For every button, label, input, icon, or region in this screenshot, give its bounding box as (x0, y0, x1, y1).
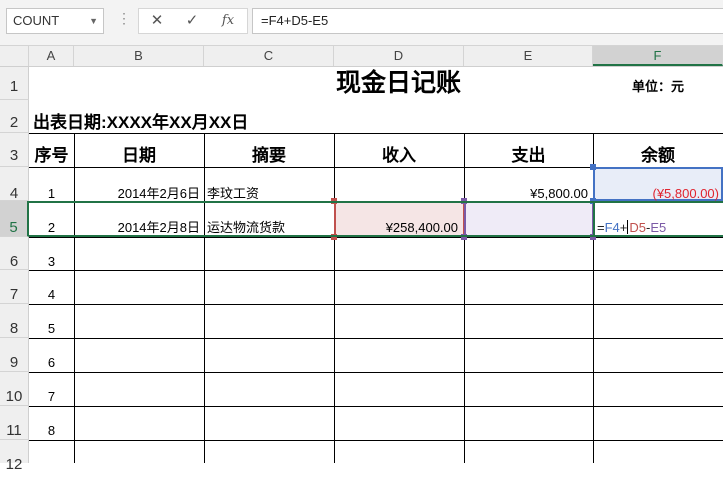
row-header-10[interactable]: 10 (0, 372, 29, 406)
entry-summary[interactable]: 运达物流货款 (207, 201, 332, 237)
row-serial[interactable]: 7 (29, 372, 74, 406)
formula-input[interactable]: =F4+D5-E5 (252, 8, 723, 34)
column-header-c[interactable]: C (204, 46, 334, 66)
grid-line (29, 406, 723, 407)
header-expense: 支出 (511, 146, 546, 165)
formula-ref-f4: F4 (604, 220, 620, 235)
row-header-9[interactable]: 9 (0, 338, 29, 372)
column-header-f[interactable]: F (593, 46, 723, 66)
grid-line (29, 372, 723, 373)
name-box-value: COUNT (13, 13, 60, 28)
formula-buttons: ✕ ✓ fx (138, 8, 248, 34)
formula-bar: COUNT ▼ ⋮ ✕ ✓ fx =F4+D5-E5 (0, 0, 723, 46)
header-balance: 余额 (641, 146, 675, 165)
header-income: 收入 (382, 146, 416, 165)
row-header-2[interactable]: 2 (0, 100, 29, 133)
ref-border-e5 (464, 201, 594, 237)
entry-serial[interactable]: 2 (29, 201, 74, 237)
row-header-11[interactable]: 11 (0, 406, 29, 440)
grid-line (29, 237, 723, 238)
chevron-down-icon[interactable]: ▼ (89, 9, 98, 33)
grid-line (29, 338, 723, 339)
cancel-icon[interactable]: ✕ (142, 9, 172, 33)
row-header-12[interactable]: 12 (0, 440, 29, 473)
column-header-a[interactable]: A (29, 46, 74, 66)
entry-summary[interactable]: 李玟工资 (207, 167, 332, 201)
unit-label: 单位：元 (631, 79, 684, 94)
entry-date[interactable]: 2014年2月6日 (74, 167, 200, 201)
more-vertical-icon: ⋮ (117, 10, 131, 26)
entry-date[interactable]: 2014年2月8日 (74, 201, 200, 237)
row-header-5[interactable]: 5 (0, 201, 29, 237)
column-header-d[interactable]: D (334, 46, 464, 66)
select-all-corner[interactable] (0, 46, 29, 66)
row-serial[interactable]: 4 (29, 270, 74, 304)
entry-balance[interactable]: (¥5,800.00) (593, 167, 720, 201)
row-serial[interactable]: 3 (29, 237, 74, 270)
column-header-e[interactable]: E (464, 46, 593, 66)
header-summary: 摘要 (252, 146, 286, 165)
enter-icon[interactable]: ✓ (177, 9, 207, 33)
insert-function-icon[interactable]: fx (213, 9, 243, 33)
row-header-6[interactable]: 6 (0, 237, 29, 270)
report-date: 出表日期:XXXX年XX月XX日 (33, 113, 249, 132)
sheet-title: 现金日记账 (335, 69, 461, 97)
row-header-1[interactable]: 1 (0, 67, 29, 100)
row-header-7[interactable]: 7 (0, 270, 29, 304)
column-header-b[interactable]: B (74, 46, 204, 66)
grid-line (29, 440, 723, 441)
row-header-8[interactable]: 8 (0, 304, 29, 338)
grid-line (334, 133, 335, 463)
formula-eq: = (597, 220, 605, 235)
formula-ref-d5: D5 (629, 220, 646, 235)
row-serial[interactable]: 5 (29, 304, 74, 338)
entry-expense[interactable]: ¥5,800.00 (464, 167, 588, 201)
row-serial[interactable]: 8 (29, 406, 74, 440)
row-header-4[interactable]: 4 (0, 167, 29, 202)
row-serial[interactable]: 6 (29, 338, 74, 372)
row-header-3[interactable]: 3 (0, 133, 29, 167)
entry-serial[interactable]: 1 (29, 167, 74, 201)
cell-editor[interactable]: =F4+ D5-E5 (597, 201, 666, 237)
column-header-bar: A B C D E F (0, 46, 723, 67)
grid-line (204, 133, 205, 463)
name-box[interactable]: COUNT ▼ (6, 8, 104, 34)
entry-income[interactable]: ¥258,400.00 (334, 201, 458, 237)
formula-op: + (619, 220, 628, 235)
header-serial: 序号 (34, 146, 69, 165)
header-date: 日期 (122, 146, 156, 165)
formula-ref-e5: E5 (650, 220, 667, 235)
grid-line (29, 270, 723, 271)
grid-line (29, 304, 723, 305)
